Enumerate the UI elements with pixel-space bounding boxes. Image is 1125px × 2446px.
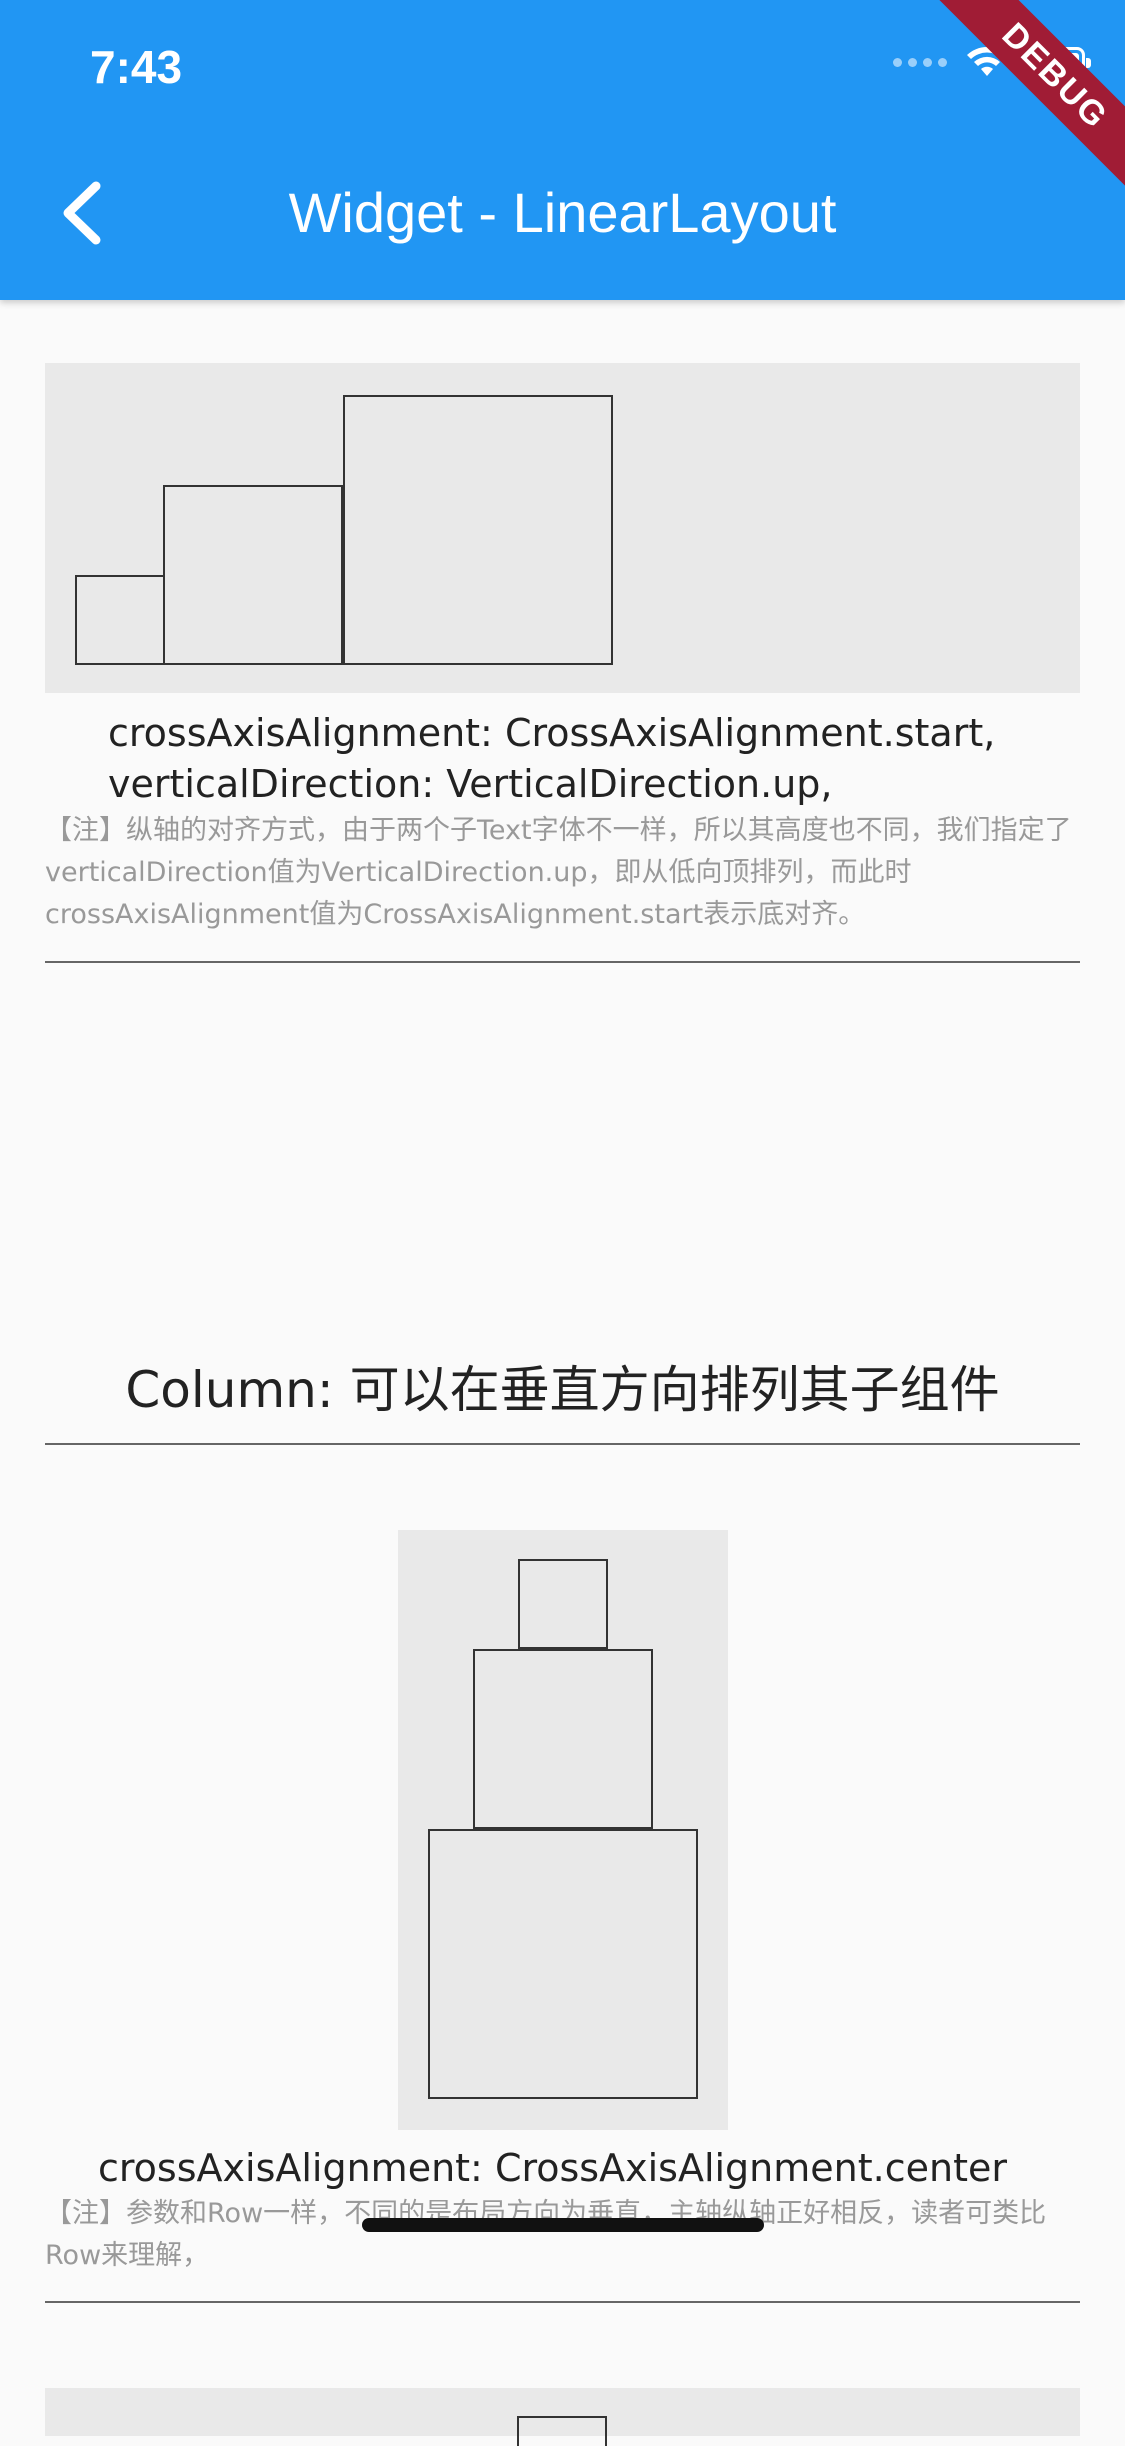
page-title: Widget - LinearLayout [288,181,837,244]
column-demo-panel [398,1530,728,2130]
row-demo-box-medium [163,485,343,665]
row-caption-line1: crossAxisAlignment: CrossAxisAlignment.s… [108,711,996,755]
home-indicator[interactable] [362,2218,764,2232]
column-demo-box-medium [473,1649,653,1829]
column-demo-box-small [518,1559,608,1649]
row-caption-line2: verticalDirection: VerticalDirection.up, [108,762,833,806]
column-note: 【注】参数和Row一样，不同的是布局方向为垂直，主轴纵轴正好相反，读者可类比Ro… [45,2198,1047,2271]
app-bar: 7:43 Widget - LinearLayout DEBUG [0,0,1125,300]
row-demo-box-large [343,395,613,665]
next-demo-panel [45,2388,1080,2446]
section-title-column: Column: 可以在垂直方向排列其子组件 [125,1361,1000,1419]
status-time: 7:43 [90,41,183,93]
next-demo-box [517,2416,607,2446]
divider [45,961,1080,963]
signal-icon [893,57,947,67]
row-demo-box-small [75,575,165,665]
divider [45,2301,1080,2303]
row-demo-panel [45,363,1080,693]
column-caption: crossAxisAlignment: CrossAxisAlignment.c… [98,2146,1007,2190]
divider [45,1443,1080,1445]
row-note: 【注】纵轴的对齐方式，由于两个子Text字体不一样，所以其高度也不同，我们指定了… [45,815,1072,930]
column-demo-box-large [428,1829,698,2099]
